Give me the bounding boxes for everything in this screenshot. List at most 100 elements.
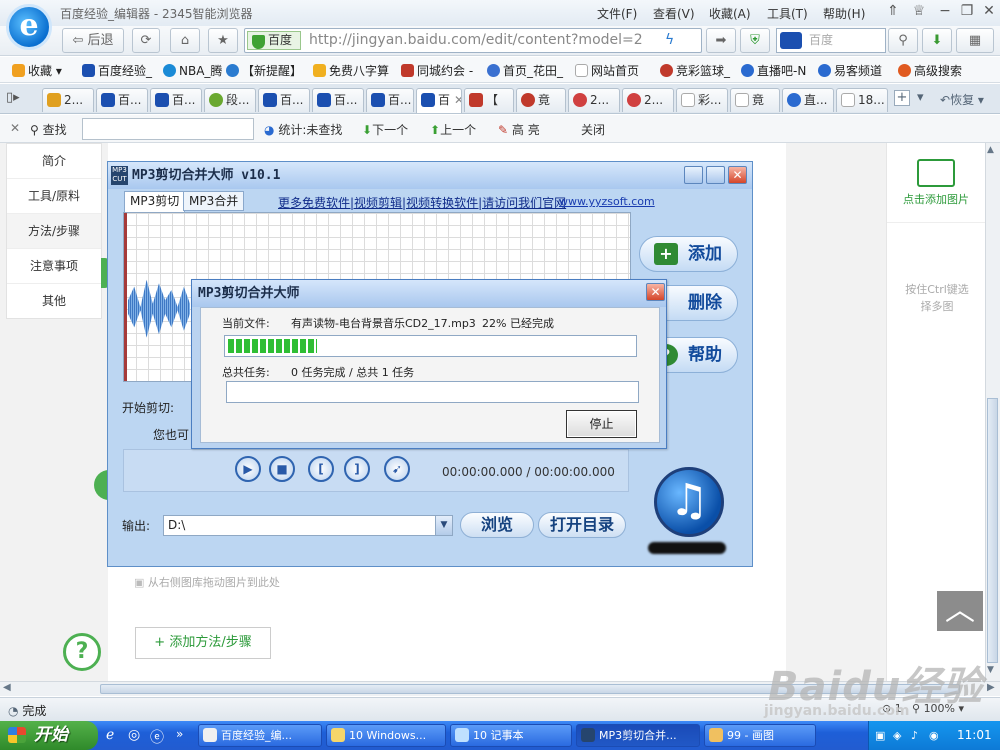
bookmark-item[interactable]: 【新提醒】 (226, 62, 302, 79)
sidebar-toggle-icon[interactable]: ▯▸ (6, 90, 20, 105)
tab[interactable]: 百... (258, 88, 310, 112)
promo-link[interactable]: 更多免费软件|视频剪辑|视频转换软件|请访问我们官网 (278, 194, 566, 211)
play-button[interactable]: ▶ (235, 456, 261, 482)
tab[interactable]: 【 (464, 88, 514, 112)
website-link[interactable]: www.yyzsoft.com (559, 195, 655, 208)
scroll-right-icon[interactable]: ▶ (987, 682, 995, 693)
clock[interactable]: 11:01 (957, 721, 992, 750)
baidu-paw-icon[interactable] (780, 32, 802, 49)
back-to-top-button[interactable]: ︿ (937, 591, 983, 631)
scroll-left-icon[interactable]: ◀ (3, 682, 11, 693)
tab[interactable]: 彩... (676, 88, 728, 112)
tab[interactable]: 竟 (516, 88, 566, 112)
taskbar-item-mp3[interactable]: MP3剪切合并... (576, 724, 700, 747)
tab[interactable]: 2... (568, 88, 620, 112)
site-badge[interactable]: 百度 (247, 31, 301, 50)
scroll-thumb[interactable] (987, 398, 998, 663)
bookmark-item[interactable]: 百度经验_ (82, 62, 152, 79)
add-button[interactable]: + 添加 (639, 236, 738, 272)
refresh-button[interactable]: ⟳ (132, 28, 160, 53)
add-step-button[interactable]: + 添加方法/步骤 (135, 627, 271, 659)
help-question-icon[interactable]: ? (63, 633, 101, 671)
download-button[interactable]: ⬇ (922, 28, 952, 53)
taskbar-item-notepad[interactable]: 10 记事本 (450, 724, 572, 747)
tray-icon-2[interactable]: ◈ (893, 721, 901, 750)
new-tab-button[interactable]: + (894, 90, 910, 106)
playhead-marker[interactable] (124, 213, 127, 381)
vertical-scrollbar[interactable]: ▲ ▼ (985, 143, 1000, 681)
menu-favorites[interactable]: 收藏(A) (709, 5, 751, 22)
restore-button[interactable]: ↶恢复 ▾ (940, 91, 984, 108)
close-find-button[interactable]: 关闭 (581, 121, 605, 138)
stop-playback-button[interactable]: ■ (269, 456, 295, 482)
nav-item-other[interactable]: 其他 (7, 284, 101, 319)
taskbar-item-browser[interactable]: 百度经验_编... (198, 724, 322, 747)
ie-icon[interactable]: ℯ (106, 727, 114, 743)
stop-button[interactable]: 停止 (566, 410, 637, 438)
add-image-button[interactable]: 点击添加图片 (887, 143, 985, 223)
seek-button[interactable]: ➹ (384, 456, 410, 482)
tab[interactable]: 百... (312, 88, 364, 112)
scroll-up-icon[interactable]: ▲ (987, 145, 994, 155)
nav-item-steps[interactable]: 方法/步骤 (7, 214, 101, 249)
start-button[interactable]: 开始 (0, 721, 98, 750)
address-bar[interactable]: 百度 http://jingyan.baidu.com/edit/content… (244, 28, 702, 53)
tab[interactable]: 百... (366, 88, 414, 112)
open-directory-button[interactable]: 打开目录 (538, 512, 626, 538)
close-tab-icon[interactable]: ✕ (454, 93, 461, 107)
browse-button[interactable]: 浏览 (460, 512, 534, 538)
tab-list-icon[interactable]: ▾ (917, 90, 924, 105)
browser2-quicklaunch-icon[interactable]: ⓔ (150, 727, 164, 747)
bookmark-item[interactable]: 网站首页 (575, 62, 639, 79)
bookmark-item[interactable]: 竞彩篮球_ (660, 62, 730, 79)
favorite-button[interactable]: ★ (208, 28, 238, 53)
tab[interactable]: 2... (42, 88, 94, 112)
mp3-maximize-button[interactable] (706, 166, 725, 184)
tab-mp3-cut[interactable]: MP3剪切 (124, 191, 186, 212)
tab[interactable]: 直... (782, 88, 834, 112)
menu-view[interactable]: 查看(V) (653, 5, 695, 22)
bookmark-item[interactable]: NBA_腾 (163, 62, 222, 79)
lightning-icon[interactable]: ϟ (665, 32, 674, 48)
taskbar-item-folder[interactable]: 10 Windows... (326, 724, 446, 747)
output-path-select[interactable]: D:\ (163, 515, 453, 536)
tab[interactable]: 段... (204, 88, 256, 112)
back-button[interactable]: ⇦ 后退 (62, 28, 124, 53)
chevron-down-icon[interactable]: ▼ (435, 516, 452, 535)
tab-active[interactable]: 百✕ (416, 88, 462, 113)
progress-close-button[interactable]: ✕ (646, 283, 665, 301)
bookmark-item[interactable]: 同城约会 - (401, 62, 473, 79)
bookmark-item[interactable]: 首页_花田_ (487, 62, 563, 79)
bookmark-item[interactable]: 直播吧-N (741, 62, 806, 79)
tray-icon-1[interactable]: ▣ (875, 721, 885, 750)
browser-quicklaunch-icon[interactable]: ◎ (128, 727, 140, 743)
bookmark-item[interactable]: 免费八字算 (313, 62, 389, 79)
menu-file[interactable]: 文件(F) (597, 5, 637, 22)
tray-icon-3[interactable]: ♪ (911, 721, 918, 750)
nav-item-notes[interactable]: 注意事项 (7, 249, 101, 284)
search-button[interactable]: ⚲ (888, 28, 918, 53)
tab[interactable]: 2... (622, 88, 674, 112)
find-next-button[interactable]: ⬇下一个 (362, 121, 408, 138)
close-find-icon[interactable]: ✕ (10, 121, 20, 135)
mark-end-button[interactable]: ] (344, 456, 370, 482)
quicklaunch-more-icon[interactable]: » (176, 727, 183, 741)
pin-icon[interactable]: ⇑ (880, 2, 906, 22)
extension-button[interactable]: ▦ (956, 28, 994, 53)
tray-icon-4[interactable]: ◉ (929, 721, 939, 750)
highlight-button[interactable]: ✎ 高 亮 (498, 121, 540, 138)
url-text[interactable]: http://jingyan.baidu.com/edit/content?mo… (309, 32, 643, 48)
find-prev-button[interactable]: ⬆上一个 (430, 121, 476, 138)
tab[interactable]: 18... (836, 88, 888, 112)
menu-help[interactable]: 帮助(H) (823, 5, 865, 22)
close-button[interactable]: ✕ (976, 2, 1000, 22)
tab[interactable]: 竟 (730, 88, 780, 112)
home-button[interactable]: ⌂ (170, 28, 200, 53)
go-button[interactable]: ➡ (706, 28, 736, 53)
tab[interactable]: 百... (96, 88, 148, 112)
security-button[interactable]: ⛨ (740, 28, 770, 53)
mp3-close-button[interactable]: ✕ (728, 166, 747, 184)
tab[interactable]: 百... (150, 88, 202, 112)
scroll-down-icon[interactable]: ▼ (987, 665, 994, 675)
mp3-minimize-button[interactable] (684, 166, 703, 184)
